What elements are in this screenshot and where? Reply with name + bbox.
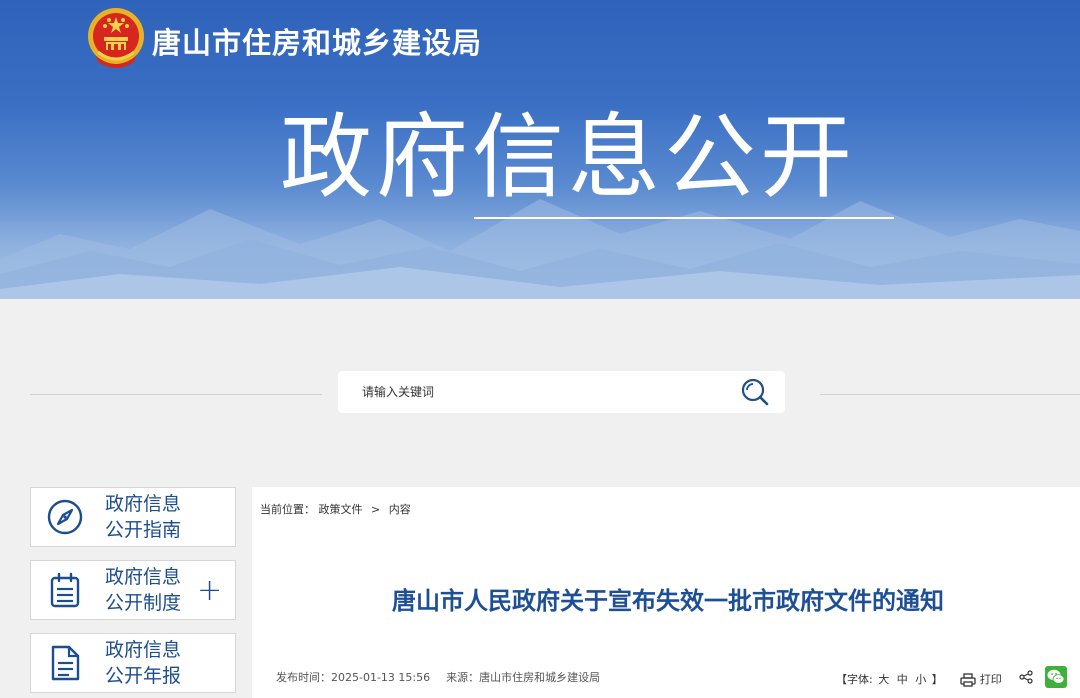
document-icon [45, 643, 85, 683]
compass-icon [45, 497, 85, 537]
national-emblem-icon [86, 6, 146, 70]
search-icon[interactable] [738, 376, 772, 408]
content-panel: 当前位置： 政策文件 > 内容 唐山市人民政府关于宣布失效一批市政府文件的通知 … [252, 487, 1080, 698]
font-medium-button[interactable]: 中 [897, 673, 908, 686]
font-small-button[interactable]: 小 [915, 673, 926, 686]
article-title: 唐山市人民政府关于宣布失效一批市政府文件的通知 [392, 587, 944, 615]
calendar-icon [45, 570, 85, 610]
font-size-control: 【字体: 大 中 小 】 [836, 671, 943, 687]
divider-left [30, 394, 322, 395]
sidebar-item-label-line2: 公开年报 [105, 665, 182, 687]
title-underline [474, 217, 894, 219]
sidebar-item-system[interactable]: 政府信息 公开制度 + [30, 560, 236, 620]
publish-label: 发布时间： [276, 671, 331, 684]
breadcrumb-item-policy[interactable]: 政策文件 [319, 503, 363, 516]
font-size-open: 【字体: [836, 672, 873, 686]
font-large-button[interactable]: 大 [878, 673, 889, 686]
banner-title: 政府信息公开 [280, 104, 857, 211]
printer-icon [960, 672, 976, 687]
sidebar-item-label-line1: 政府信息 [105, 639, 182, 661]
sidebar-item-label-line2: 公开制度 [105, 592, 182, 614]
publish-time: 2025-01-13 15:56 [331, 671, 431, 684]
article-meta: 发布时间：2025-01-13 15:56 来源：唐山市住房和城乡建设局 [276, 669, 600, 685]
breadcrumb-label: 当前位置： [260, 503, 315, 516]
print-button[interactable]: 打印 [960, 671, 1002, 687]
sidebar-item-label-line1: 政府信息 [105, 493, 182, 515]
breadcrumb: 当前位置： 政策文件 > 内容 [260, 501, 411, 517]
search-box [338, 371, 785, 413]
search-input[interactable] [362, 381, 722, 403]
print-label: 打印 [979, 672, 1002, 686]
divider-right [820, 394, 1080, 395]
sidebar-item-guide[interactable]: 政府信息 公开指南 [30, 487, 236, 547]
source-value: 唐山市住房和城乡建设局 [479, 671, 601, 684]
font-size-close: 】 [931, 672, 943, 686]
breadcrumb-separator: > [371, 503, 381, 516]
article-toolbar: 【字体: 大 中 小 】 打印 [836, 666, 1067, 688]
share-icon[interactable] [1019, 670, 1033, 687]
site-name[interactable]: 唐山市住房和城乡建设局 [152, 20, 482, 62]
expand-plus-icon[interactable]: + [197, 571, 222, 611]
sidebar-item-label-line1: 政府信息 [105, 566, 182, 588]
breadcrumb-item-content[interactable]: 内容 [389, 503, 411, 516]
header-banner: 唐山市住房和城乡建设局 政府信息公开 [0, 0, 1080, 299]
sidebar-item-label-line2: 公开指南 [105, 519, 182, 541]
wechat-icon[interactable] [1044, 666, 1067, 691]
sidebar-item-annual-report[interactable]: 政府信息 公开年报 [30, 633, 236, 693]
source-label: 来源： [446, 671, 480, 684]
